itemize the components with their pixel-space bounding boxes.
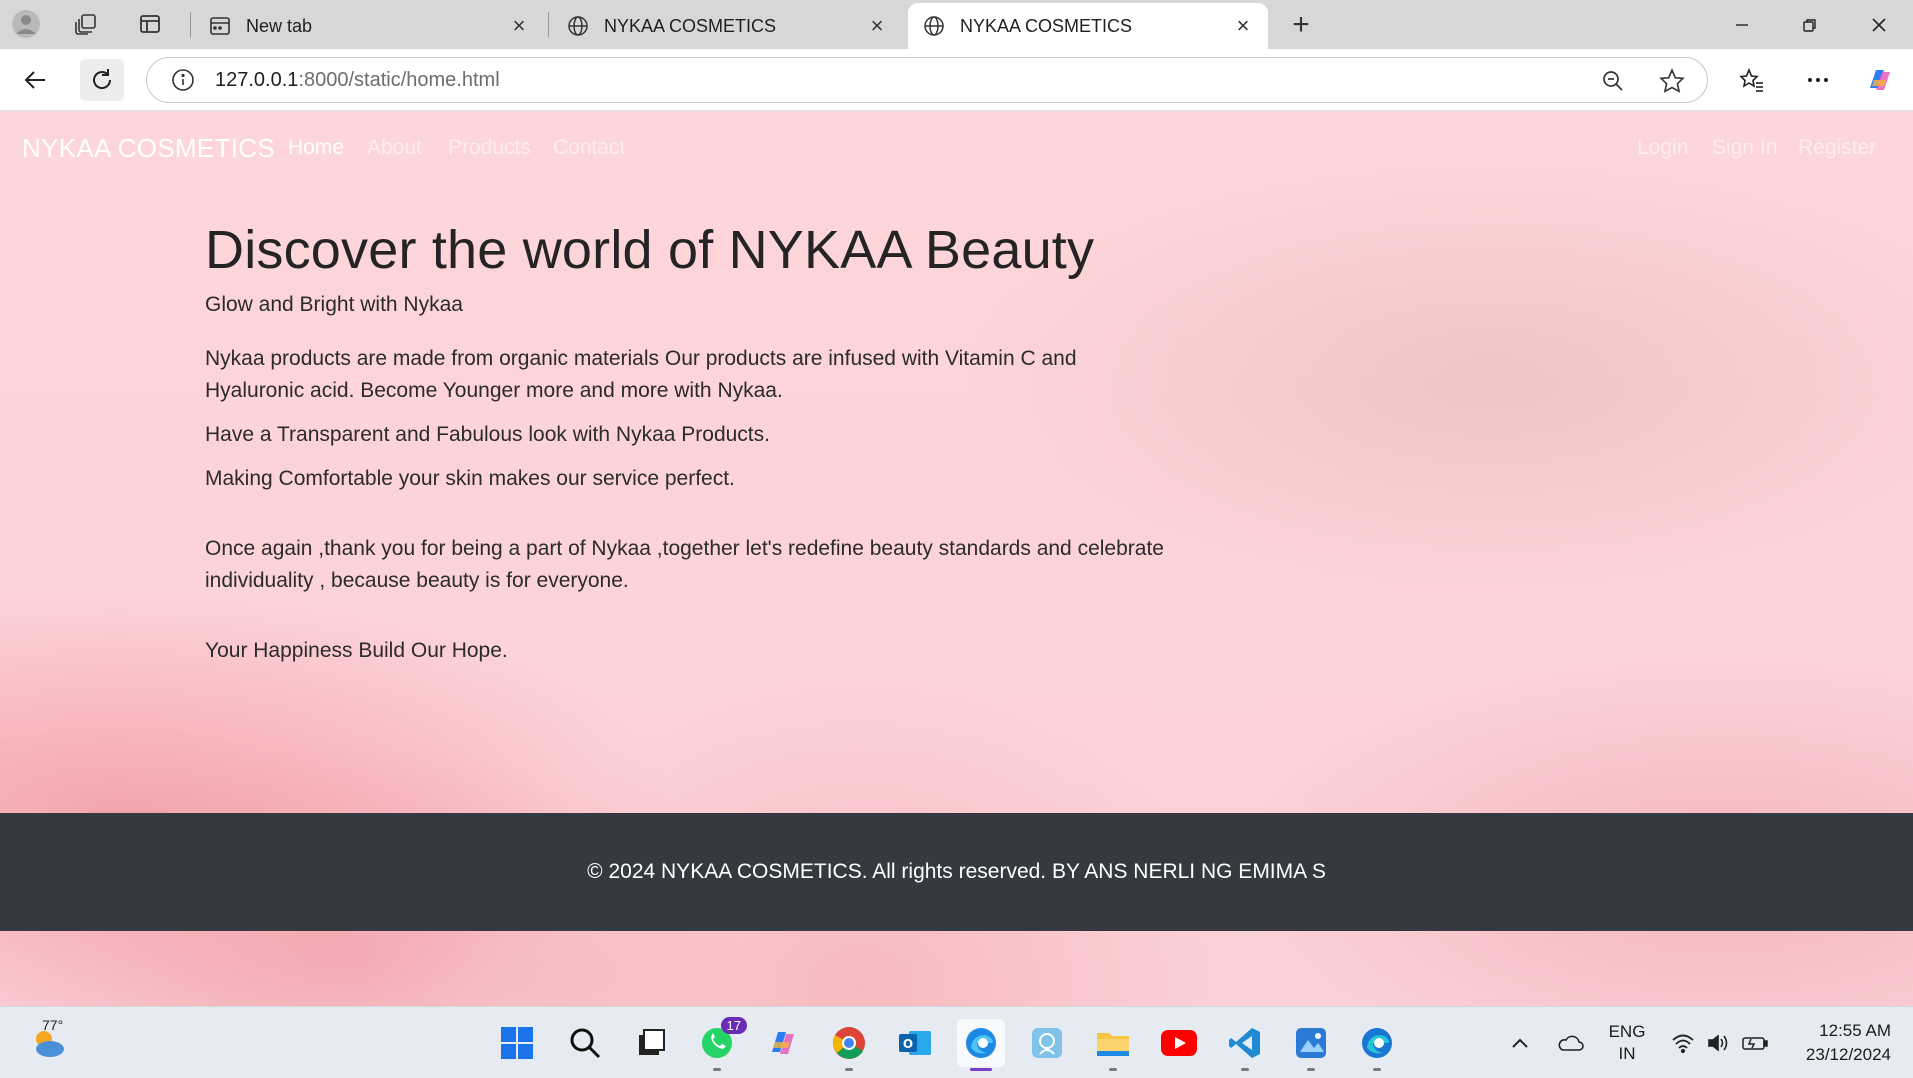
favorites-icon[interactable] bbox=[1730, 59, 1774, 101]
tagline: Glow and Bright with Nykaa bbox=[205, 293, 463, 316]
whatsapp-badge: 17 bbox=[720, 1017, 747, 1034]
site-info-icon[interactable] bbox=[163, 68, 203, 92]
paragraph-comfortable: Making Comfortable your skin makes our s… bbox=[205, 467, 735, 490]
url-path: :8000/static/home.html bbox=[298, 68, 500, 91]
footer-copyright: © 2024 NYKAA COSMETICS. All rights reser… bbox=[587, 860, 1326, 883]
globe-icon bbox=[566, 14, 590, 38]
profile-icon[interactable] bbox=[8, 8, 44, 40]
favorite-star-icon[interactable] bbox=[1652, 66, 1692, 96]
clock-date: 23/12/2024 bbox=[1805, 1045, 1891, 1064]
new-tab-button[interactable]: + bbox=[1284, 8, 1318, 42]
nav-home[interactable]: Home bbox=[288, 136, 344, 160]
new-tab-icon bbox=[208, 14, 232, 38]
zoom-out-icon[interactable] bbox=[1593, 66, 1633, 96]
site-navbar: NYKAA COSMETICS Home About Products Cont… bbox=[0, 111, 1913, 187]
tab-title: New tab bbox=[246, 15, 313, 36]
paragraph-thank-you: Once again ,thank you for being a part o… bbox=[205, 537, 1164, 592]
running-indicator bbox=[713, 1068, 721, 1071]
start-icon[interactable] bbox=[493, 1019, 541, 1067]
paragraph-transparent: Have a Transparent and Fabulous look wit… bbox=[205, 423, 770, 446]
running-indicator bbox=[970, 1068, 992, 1071]
vertical-tabs-icon[interactable] bbox=[132, 8, 168, 40]
battery-icon[interactable] bbox=[1740, 1007, 1770, 1078]
language-indicator[interactable]: ENG IN bbox=[1602, 1007, 1652, 1078]
whatsapp-icon[interactable]: 17 bbox=[693, 1017, 747, 1071]
paragraph-happiness: Your Happiness Build Our Hope. bbox=[205, 639, 508, 662]
chrome-icon[interactable] bbox=[825, 1019, 873, 1071]
running-indicator bbox=[1241, 1068, 1249, 1071]
photos-app-icon[interactable] bbox=[1023, 1019, 1071, 1067]
edge-dev-icon[interactable] bbox=[1353, 1019, 1401, 1071]
minimize-button[interactable] bbox=[1708, 0, 1776, 49]
close-window-button[interactable] bbox=[1845, 0, 1913, 49]
back-button[interactable] bbox=[14, 59, 58, 101]
language-code: ENG bbox=[1608, 1022, 1646, 1041]
tab-title: NYKAA COSMETICS bbox=[960, 15, 1133, 36]
main-content: Discover the world of NYKAA Beauty Glow … bbox=[205, 219, 1205, 667]
url-text[interactable]: 127.0.0.1:8000/static/home.html bbox=[215, 69, 500, 92]
outlook-icon[interactable]: O bbox=[891, 1019, 939, 1067]
nav-register[interactable]: Register bbox=[1798, 136, 1876, 160]
vscode-icon[interactable] bbox=[1221, 1019, 1269, 1071]
weather-temp: 77° bbox=[42, 1017, 64, 1033]
close-tab-icon[interactable]: × bbox=[866, 13, 888, 38]
task-view-icon[interactable] bbox=[627, 1019, 675, 1067]
reload-button[interactable] bbox=[80, 59, 124, 101]
onedrive-cloud-icon[interactable] bbox=[1552, 1007, 1588, 1078]
clock-time: 12:55 AM bbox=[1819, 1021, 1891, 1040]
volume-icon[interactable] bbox=[1704, 1007, 1734, 1078]
svg-text:O: O bbox=[903, 1037, 913, 1051]
file-explorer-icon[interactable] bbox=[1089, 1019, 1137, 1071]
windows-taskbar: 77° 17 O ENG IN 12:55 AM 23/12/2024 bbox=[0, 1006, 1913, 1078]
globe-icon bbox=[922, 14, 946, 38]
tab-strip: New tab × NYKAA COSMETICS × NYKAA COSMET… bbox=[0, 0, 1913, 49]
tab-nykaa-1[interactable]: NYKAA COSMETICS × bbox=[552, 3, 902, 49]
remote-desktop-icon[interactable] bbox=[1287, 1019, 1335, 1071]
nav-products[interactable]: Products bbox=[448, 136, 531, 160]
url-host: 127.0.0.1 bbox=[215, 68, 299, 91]
more-options-icon[interactable] bbox=[1796, 59, 1840, 101]
nav-contact[interactable]: Contact bbox=[553, 136, 625, 160]
show-hidden-icons-chevron-icon[interactable] bbox=[1504, 1007, 1536, 1078]
running-indicator bbox=[1307, 1068, 1315, 1071]
browser-toolbar: 127.0.0.1:8000/static/home.html bbox=[0, 49, 1913, 111]
page-headline: Discover the world of NYKAA Beauty bbox=[205, 220, 1095, 280]
search-icon[interactable] bbox=[561, 1019, 609, 1067]
tab-separator bbox=[548, 12, 549, 38]
address-bar[interactable]: 127.0.0.1:8000/static/home.html bbox=[146, 57, 1708, 103]
system-clock[interactable]: 12:55 AM 23/12/2024 bbox=[1806, 1019, 1891, 1067]
youtube-icon[interactable] bbox=[1155, 1019, 1203, 1067]
close-tab-icon[interactable]: × bbox=[1232, 13, 1254, 38]
copilot-app-icon[interactable] bbox=[759, 1019, 807, 1067]
tab-separator bbox=[190, 12, 191, 38]
language-region: IN bbox=[1618, 1044, 1636, 1063]
close-tab-icon[interactable]: × bbox=[508, 13, 530, 38]
copilot-icon[interactable] bbox=[1858, 59, 1902, 101]
tab-nykaa-active[interactable]: NYKAA COSMETICS × bbox=[908, 3, 1268, 49]
page-viewport: NYKAA COSMETICS Home About Products Cont… bbox=[0, 111, 1913, 1006]
edge-icon[interactable] bbox=[957, 1019, 1005, 1071]
workspaces-icon[interactable] bbox=[68, 8, 104, 40]
tab-new-tab[interactable]: New tab × bbox=[194, 3, 544, 49]
nav-about[interactable]: About bbox=[367, 136, 422, 160]
site-footer: © 2024 NYKAA COSMETICS. All rights reser… bbox=[0, 813, 1913, 931]
running-indicator bbox=[845, 1068, 853, 1071]
wifi-icon[interactable] bbox=[1668, 1007, 1698, 1078]
site-brand[interactable]: NYKAA COSMETICS bbox=[22, 133, 275, 164]
tab-title: NYKAA COSMETICS bbox=[604, 15, 777, 36]
nav-login[interactable]: Login bbox=[1637, 136, 1688, 160]
restore-button[interactable] bbox=[1776, 0, 1844, 49]
paragraph-organic: Nykaa products are made from organic mat… bbox=[205, 347, 1077, 402]
running-indicator bbox=[1109, 1068, 1117, 1071]
weather-widget[interactable]: 77° bbox=[20, 1017, 80, 1067]
nav-sign-in[interactable]: Sign In bbox=[1712, 136, 1777, 160]
running-indicator bbox=[1373, 1068, 1381, 1071]
